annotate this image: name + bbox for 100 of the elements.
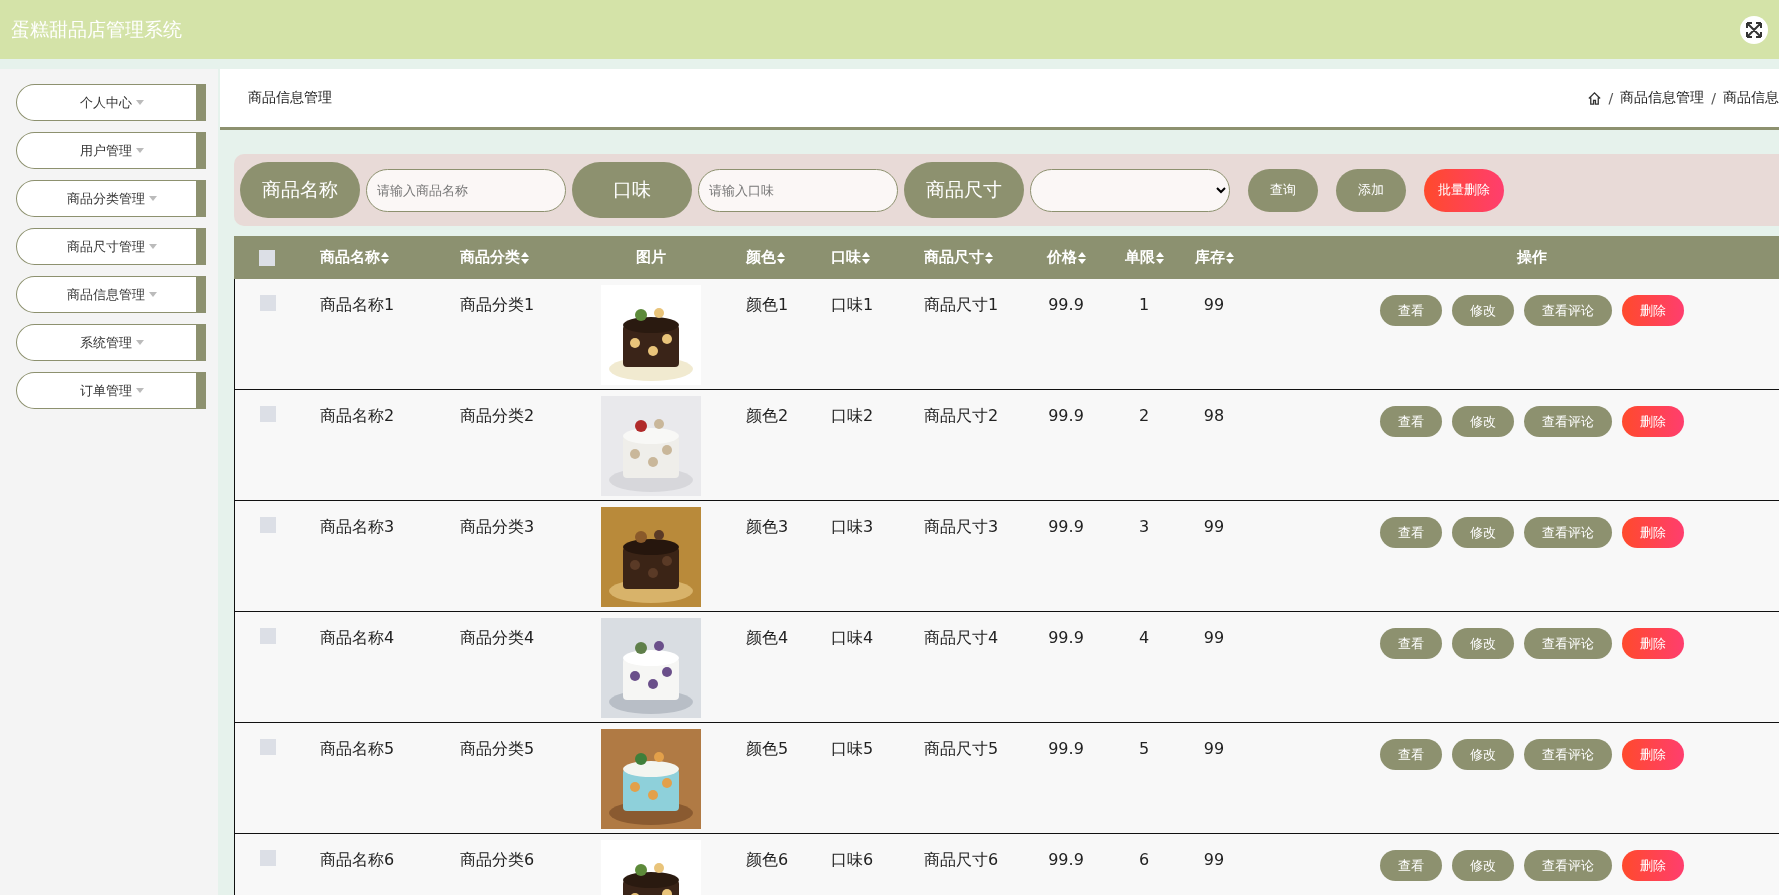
table-cell: 99.9 xyxy=(1048,739,1084,758)
column-header: 价格 xyxy=(1046,248,1077,267)
page-title: 商品信息管理 xyxy=(248,89,332,107)
sort-icon[interactable] xyxy=(521,251,529,264)
table-cell: 商品分类6 xyxy=(460,850,535,871)
row-action-button[interactable]: 查看 xyxy=(1380,739,1442,770)
row-action-button[interactable]: 修改 xyxy=(1452,628,1514,659)
sidebar-menu-item[interactable]: 订单管理 xyxy=(16,372,206,409)
delete-button[interactable]: 删除 xyxy=(1622,406,1684,437)
row-action-button[interactable]: 修改 xyxy=(1452,739,1514,770)
sidebar-menu-item[interactable]: 商品分类管理 xyxy=(16,180,206,217)
row-action-button[interactable]: 查看评论 xyxy=(1524,295,1612,326)
delete-button[interactable]: 删除 xyxy=(1622,850,1684,881)
batch-delete-button[interactable]: 批量删除 xyxy=(1424,168,1504,212)
row-action-button[interactable]: 查看评论 xyxy=(1524,739,1612,770)
table-cell: 3 xyxy=(1138,517,1150,536)
table-cell: 1 xyxy=(1138,295,1150,314)
table-cell: 99.9 xyxy=(1048,850,1084,869)
table-cell: 商品分类1 xyxy=(460,295,535,316)
row-action-button[interactable]: 查看评论 xyxy=(1524,406,1612,437)
expand-icon[interactable] xyxy=(1739,14,1769,45)
table-cell: 99 xyxy=(1203,517,1225,536)
sort-icon[interactable] xyxy=(381,251,389,264)
home-icon[interactable] xyxy=(1586,90,1602,106)
row-action-button[interactable]: 查看 xyxy=(1380,406,1442,437)
row-action-button[interactable]: 修改 xyxy=(1452,517,1514,548)
table-cell: 颜色1 xyxy=(746,295,789,316)
table-cell: 商品尺寸5 xyxy=(924,739,999,760)
table-cell: 商品分类4 xyxy=(460,628,535,649)
select-field[interactable] xyxy=(1030,168,1230,212)
caret-icon xyxy=(135,148,144,153)
sort-icon[interactable] xyxy=(1225,251,1234,264)
caret-icon xyxy=(135,340,144,345)
table-cell: 2 xyxy=(1138,406,1150,425)
sort-icon[interactable] xyxy=(1077,251,1086,264)
table-cell: 商品名称3 xyxy=(320,517,395,538)
sidebar-menu-item[interactable]: 用户管理 xyxy=(16,132,206,169)
table-cell: 商品名称4 xyxy=(320,628,395,649)
delete-button[interactable]: 删除 xyxy=(1622,517,1684,548)
input-field[interactable]: 请输入商品名称 xyxy=(366,168,566,212)
table-cell: 颜色2 xyxy=(746,406,789,427)
table-cell: 99.9 xyxy=(1048,517,1084,536)
checkbox[interactable] xyxy=(259,295,276,311)
row-action-button[interactable]: 查看 xyxy=(1380,295,1442,326)
checkbox[interactable] xyxy=(259,517,276,533)
breadcrumb-link[interactable]: 商品信息 xyxy=(1723,89,1779,107)
breadcrumb-link[interactable]: 商品信息管理 xyxy=(1620,89,1705,107)
column-header: 操作 xyxy=(1517,248,1547,267)
sort-icon[interactable] xyxy=(1155,251,1164,264)
breadcrumb-separator: / xyxy=(1710,90,1717,106)
row-action-button[interactable]: 查看 xyxy=(1380,850,1442,881)
column-header: 口味 xyxy=(831,248,861,267)
row-action-button[interactable]: 查看 xyxy=(1380,628,1442,659)
row-action-button[interactable]: 查看评论 xyxy=(1524,850,1612,881)
checkbox[interactable] xyxy=(259,249,275,266)
checkbox[interactable] xyxy=(259,739,276,755)
table-cell: 99 xyxy=(1203,628,1225,647)
sidebar-menu-item[interactable]: 系统管理 xyxy=(16,324,206,361)
checkbox[interactable] xyxy=(259,406,276,422)
column-header: 商品名称 xyxy=(320,248,380,267)
delete-button[interactable]: 删除 xyxy=(1622,739,1684,770)
table-cell: 商品尺寸1 xyxy=(924,295,999,316)
table-cell: 99 xyxy=(1203,739,1225,758)
table-cell: 5 xyxy=(1138,739,1150,758)
table-cell: 4 xyxy=(1138,628,1150,647)
table-cell: 商品尺寸3 xyxy=(924,517,999,538)
row-action-button[interactable]: 修改 xyxy=(1452,850,1514,881)
caret-icon xyxy=(135,100,144,105)
row-action-button[interactable]: 查看评论 xyxy=(1524,628,1612,659)
row-action-button[interactable]: 修改 xyxy=(1452,295,1514,326)
delete-button[interactable]: 删除 xyxy=(1622,295,1684,326)
caret-icon xyxy=(148,292,157,297)
table-cell: 颜色3 xyxy=(746,517,789,538)
checkbox[interactable] xyxy=(259,850,276,866)
caret-icon xyxy=(148,244,157,249)
action-button[interactable]: 添加 xyxy=(1336,168,1406,212)
input-field[interactable]: 请输入口味 xyxy=(698,168,898,212)
field-label: 商品名称 xyxy=(240,162,360,218)
breadcrumb-separator: / xyxy=(1607,90,1615,106)
sort-icon[interactable] xyxy=(862,251,870,264)
row-action-button[interactable]: 查看评论 xyxy=(1524,517,1612,548)
table-cell: 商品名称2 xyxy=(320,406,395,427)
table-cell: 99.9 xyxy=(1048,406,1084,425)
table-cell: 口味2 xyxy=(831,406,874,427)
sidebar-menu-item[interactable]: 个人中心 xyxy=(16,84,206,121)
column-header: 商品分类 xyxy=(460,248,520,267)
action-button[interactable]: 查询 xyxy=(1248,168,1318,212)
sort-icon[interactable] xyxy=(985,251,993,264)
checkbox[interactable] xyxy=(259,628,276,644)
sort-icon[interactable] xyxy=(777,251,785,264)
field-label: 商品尺寸 xyxy=(904,162,1024,218)
column-header: 图片 xyxy=(636,248,666,267)
table-cell: 商品分类3 xyxy=(460,517,535,538)
row-action-button[interactable]: 查看 xyxy=(1380,517,1442,548)
sidebar-menu-item[interactable]: 商品尺寸管理 xyxy=(16,228,206,265)
table-cell: 口味4 xyxy=(831,628,874,649)
delete-button[interactable]: 删除 xyxy=(1622,628,1684,659)
row-action-button[interactable]: 修改 xyxy=(1452,406,1514,437)
table-cell: 98 xyxy=(1203,406,1225,425)
sidebar-menu-item[interactable]: 商品信息管理 xyxy=(16,276,206,313)
